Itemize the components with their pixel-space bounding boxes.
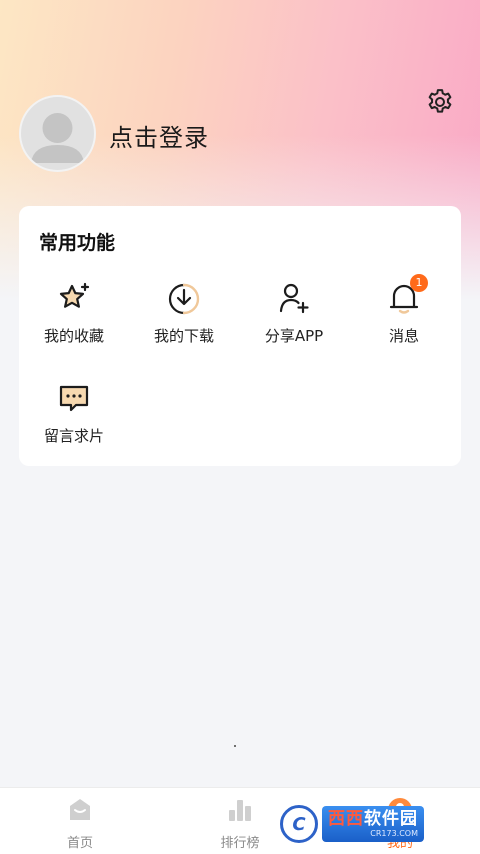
- avatar[interactable]: [19, 95, 96, 172]
- favorites-label: 我的收藏: [43, 327, 104, 345]
- gear-icon: [428, 89, 452, 113]
- downloads-button[interactable]: 我的下载: [129, 280, 239, 360]
- watermark-logo-icon: C: [280, 805, 318, 843]
- downloads-label: 我的下载: [153, 327, 214, 345]
- watermark-subtext: CR173.COM: [370, 829, 418, 838]
- watermark-text-part2: 软件园: [364, 809, 418, 829]
- site-watermark: C 西西软件园 CR173.COM: [280, 803, 460, 845]
- decorative-dot: [234, 745, 236, 747]
- share-app-button[interactable]: 分享APP: [239, 280, 349, 360]
- chat-bubble-icon: [56, 380, 92, 416]
- section-title: 常用功能: [39, 232, 116, 254]
- tab-ranking[interactable]: 排行榜: [200, 796, 280, 852]
- add-user-icon: [276, 280, 312, 316]
- messages-button[interactable]: 1 消息: [349, 274, 459, 360]
- tab-home-label: 首页: [66, 836, 93, 851]
- star-sparkle-icon: [56, 280, 92, 316]
- unread-badge: 1: [410, 274, 428, 292]
- download-circle-icon: [166, 280, 202, 316]
- tab-home[interactable]: 首页: [40, 796, 120, 852]
- bell-icon: 1: [386, 274, 428, 316]
- share-app-label: 分享APP: [264, 327, 324, 345]
- watermark-text: 西西软件园 CR173.COM: [322, 806, 424, 842]
- login-link[interactable]: 点击登录: [109, 118, 209, 153]
- watermark-text-part1: 西西: [328, 809, 364, 829]
- bar-chart-icon: [226, 796, 254, 824]
- settings-button[interactable]: [421, 83, 459, 121]
- default-avatar-icon: [31, 113, 84, 163]
- home-icon: [66, 796, 94, 824]
- request-movie-label: 留言求片: [43, 427, 104, 445]
- request-movie-button[interactable]: 留言求片: [19, 380, 129, 460]
- favorites-button[interactable]: 我的收藏: [19, 280, 129, 360]
- messages-label: 消息: [388, 327, 419, 345]
- tab-ranking-label: 排行榜: [220, 836, 260, 851]
- common-functions-card: 常用功能 我的收藏 我的下载 分享APP 1 消息 留言求片: [19, 206, 461, 466]
